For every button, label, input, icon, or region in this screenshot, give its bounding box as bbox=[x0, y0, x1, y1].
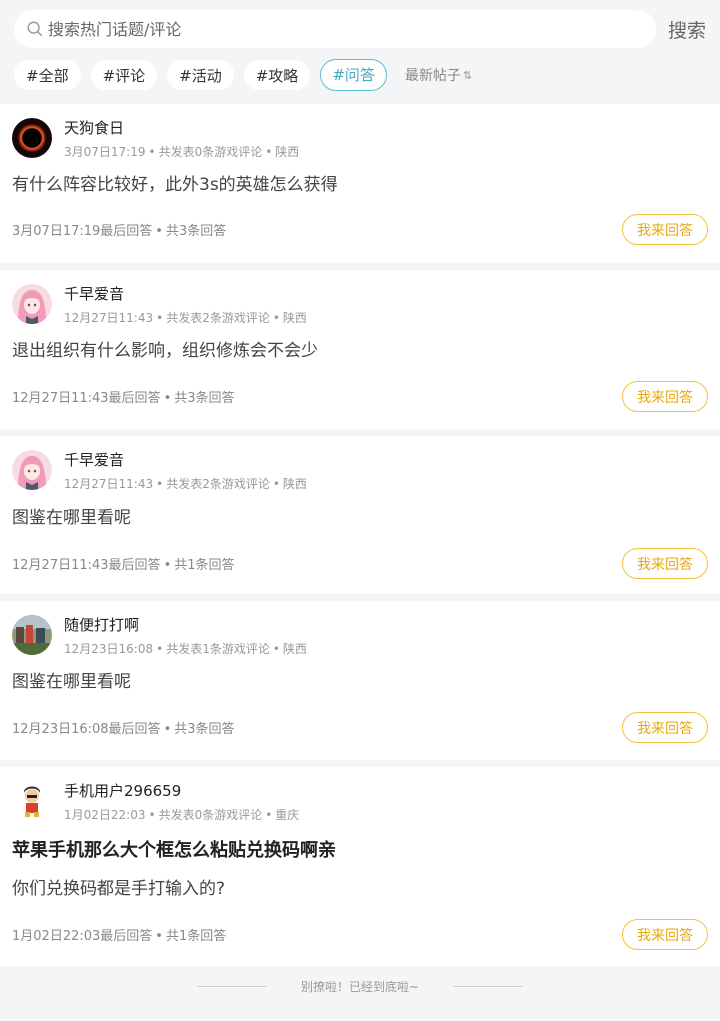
post-content: 你们兑换码都是手打输入的? bbox=[12, 879, 226, 899]
post-user: 千早爱音 12月27日11:43 • 共发表2条游戏评论 • 陕西 bbox=[12, 436, 708, 492]
avatar[interactable] bbox=[12, 450, 52, 490]
answer-button[interactable]: 我来回答 bbox=[622, 712, 708, 743]
reply-info: 12月23日16:08最后回答 • 共3条回答 bbox=[12, 722, 235, 737]
avatar[interactable] bbox=[12, 615, 52, 655]
header: 搜索 #全部 #评论 #活动 #攻略 #问答 最新帖子 ⇅ bbox=[0, 0, 720, 104]
post-user: 手机用户296659 1月02日22:03 • 共发表0条游戏评论 • 重庆 bbox=[12, 767, 708, 823]
answer-button[interactable]: 我来回答 bbox=[622, 214, 708, 245]
user-name[interactable]: 手机用户296659 bbox=[64, 781, 299, 801]
comment-count: 共发表2条游戏评论 bbox=[166, 477, 270, 491]
user-meta: 12月23日16:08 • 共发表1条游戏评论 • 陕西 bbox=[64, 642, 307, 656]
post-user: 千早爱音 12月27日11:43 • 共发表2条游戏评论 • 陕西 bbox=[12, 270, 708, 326]
location: 陕西 bbox=[282, 477, 307, 491]
answer-button[interactable]: 我来回答 bbox=[622, 919, 708, 950]
avatar[interactable] bbox=[12, 284, 52, 324]
end-of-list-footer: 别撩啦！已经到底啦~ bbox=[0, 966, 720, 1006]
post-footer: 3月07日17:19最后回答 • 共3条回答 我来回答 bbox=[12, 214, 708, 245]
post-item[interactable]: 随便打打啊 12月23日16:08 • 共发表1条游戏评论 • 陕西 图鉴在哪里看呢 1… bbox=[0, 601, 720, 760]
reply-info: 3月07日17:19最后回答 • 共3条回答 bbox=[12, 224, 227, 239]
location: 陕西 bbox=[275, 145, 300, 159]
reply-info: 12月27日11:43最后回答 • 共1条回答 bbox=[12, 558, 235, 573]
post-content: 有什么阵容比较好，此外3s的英雄怎么获得 bbox=[12, 175, 338, 195]
search-row: 搜索 bbox=[14, 10, 708, 48]
post-time: 12月23日16:08 bbox=[64, 642, 154, 656]
post-item[interactable]: 手机用户296659 1月02日22:03 • 共发表0条游戏评论 • 重庆 苹果手机那… bbox=[0, 767, 720, 966]
reply-info: 1月02日22:03最后回答 • 共1条回答 bbox=[12, 929, 227, 944]
comment-count: 共发表2条游戏评论 bbox=[166, 311, 270, 325]
user-name[interactable]: 千早爱音 bbox=[64, 450, 307, 470]
post-item[interactable]: 天狗食日 3月07日17:19 • 共发表0条游戏评论 • 陕西 有什么阵容比较好，此外… bbox=[0, 104, 720, 263]
user-meta: 12月27日11:43 • 共发表2条游戏评论 • 陕西 bbox=[64, 477, 307, 491]
sort-label: 最新帖子 bbox=[404, 68, 461, 84]
post-user: 随便打打啊 12月23日16:08 • 共发表1条游戏评论 • 陕西 bbox=[12, 601, 708, 657]
answer-button[interactable]: 我来回答 bbox=[622, 548, 708, 579]
answer-button[interactable]: 我来回答 bbox=[622, 381, 708, 412]
search-box[interactable] bbox=[14, 10, 656, 48]
post-time: 1月02日22:03 bbox=[64, 808, 146, 822]
tag-qa[interactable]: #问答 bbox=[320, 59, 387, 91]
sort-dropdown[interactable]: 最新帖子 ⇅ bbox=[405, 65, 472, 85]
user-name[interactable]: 随便打打啊 bbox=[64, 615, 307, 635]
divider bbox=[453, 985, 524, 987]
user-meta: 12月27日11:43 • 共发表2条游戏评论 • 陕西 bbox=[64, 311, 307, 325]
post-time: 3月07日17:19 bbox=[64, 145, 146, 159]
avatar[interactable] bbox=[12, 118, 52, 158]
post-user: 天狗食日 3月07日17:19 • 共发表0条游戏评论 • 陕西 bbox=[12, 104, 708, 160]
post-footer: 12月23日16:08最后回答 • 共3条回答 我来回答 bbox=[12, 712, 708, 743]
post-time: 12月27日11:43 bbox=[64, 477, 154, 491]
divider bbox=[196, 985, 267, 987]
search-input[interactable] bbox=[48, 19, 628, 39]
post-footer: 12月27日11:43最后回答 • 共3条回答 我来回答 bbox=[12, 381, 708, 412]
tag-guide[interactable]: #攻略 bbox=[243, 60, 311, 90]
comment-count: 共发表1条游戏评论 bbox=[166, 642, 270, 656]
post-item[interactable]: 千早爱音 12月27日11:43 • 共发表2条游戏评论 • 陕西 退出组织有什么影响，… bbox=[0, 270, 720, 429]
post-footer: 1月02日22:03最后回答 • 共1条回答 我来回答 bbox=[12, 919, 708, 950]
post-footer: 12月27日11:43最后回答 • 共1条回答 我来回答 bbox=[12, 548, 708, 579]
comment-count: 共发表0条游戏评论 bbox=[158, 808, 263, 822]
user-name[interactable]: 天狗食日 bbox=[64, 118, 299, 138]
sort-icon: ⇅ bbox=[462, 68, 473, 82]
user-meta: 3月07日17:19 • 共发表0条游戏评论 • 陕西 bbox=[64, 145, 300, 159]
post-content: 图鉴在哪里看呢 bbox=[12, 508, 131, 528]
post-item[interactable]: 千早爱音 12月27日11:43 • 共发表2条游戏评论 • 陕西 图鉴在哪里看呢 12… bbox=[0, 436, 720, 594]
post-title: 苹果手机那么大个框怎么粘贴兑换码啊亲 bbox=[12, 840, 336, 861]
search-button[interactable]: 搜索 bbox=[668, 16, 706, 43]
user-meta: 1月02日22:03 • 共发表0条游戏评论 • 重庆 bbox=[64, 808, 300, 822]
end-of-list-text: 别撩啦！已经到底啦~ bbox=[300, 979, 420, 994]
location: 重庆 bbox=[275, 808, 300, 822]
reply-info: 12月27日11:43最后回答 • 共3条回答 bbox=[12, 391, 235, 406]
tag-all[interactable]: #全部 bbox=[14, 60, 81, 90]
comment-count: 共发表0条游戏评论 bbox=[158, 145, 263, 159]
tag-filter-row: #全部 #评论 #活动 #攻略 #问答 最新帖子 ⇅ bbox=[14, 59, 708, 91]
user-name[interactable]: 千早爱音 bbox=[64, 284, 307, 304]
tag-review[interactable]: #评论 bbox=[90, 60, 158, 90]
search-icon bbox=[27, 21, 43, 37]
location: 陕西 bbox=[282, 311, 307, 325]
avatar[interactable] bbox=[12, 781, 52, 821]
post-content: 图鉴在哪里看呢 bbox=[12, 672, 131, 692]
post-time: 12月27日11:43 bbox=[64, 311, 154, 325]
tag-event[interactable]: #活动 bbox=[167, 60, 234, 90]
location: 陕西 bbox=[282, 642, 307, 656]
post-content: 退出组织有什么影响，组织修炼会不会少 bbox=[12, 341, 318, 361]
